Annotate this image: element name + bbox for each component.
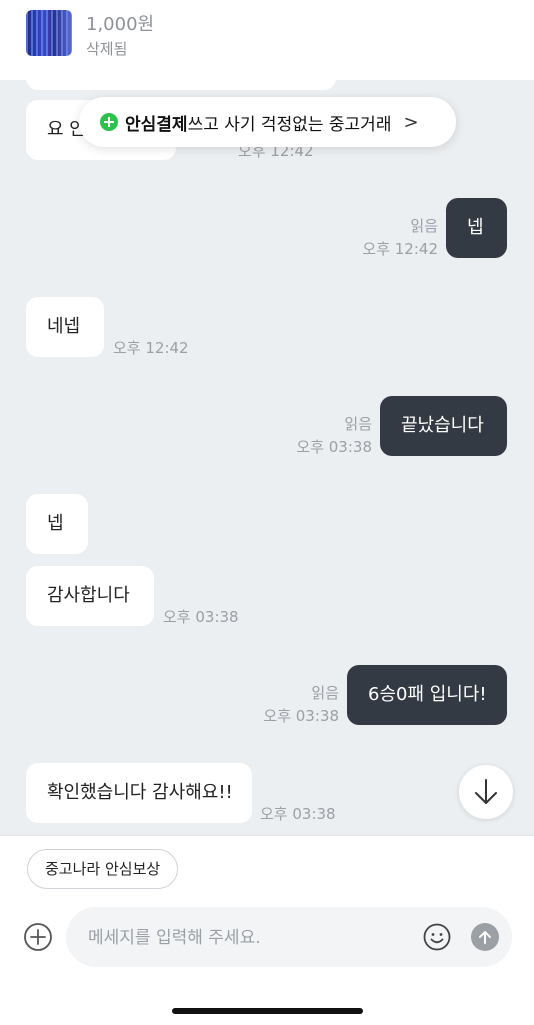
home-indicator — [172, 1008, 363, 1014]
attach-button[interactable] — [23, 922, 53, 952]
message-time: 오후 03:38 — [263, 707, 339, 725]
safe-guarantee-chip[interactable]: 중고나라 안심보상 — [27, 849, 179, 889]
message-time: 오후 12:42 — [362, 240, 438, 258]
plus-icon — [100, 113, 118, 131]
chevron-right-icon: > — [403, 111, 419, 133]
arrow-up-icon — [479, 931, 491, 944]
message-time: 오후 12:42 — [113, 339, 189, 357]
plus-circle-icon — [24, 923, 52, 951]
message-bubble-incoming: 네넵 — [26, 297, 104, 357]
emoji-button[interactable] — [422, 922, 452, 952]
scroll-to-bottom-button[interactable] — [459, 765, 513, 819]
message-bubble-outgoing: 넵 — [446, 198, 507, 258]
message-time: 오후 03:38 — [163, 608, 239, 626]
read-receipt: 읽음 — [311, 684, 339, 702]
product-thumbnail[interactable] — [26, 10, 72, 56]
message-time: 오후 03:38 — [260, 805, 336, 823]
message-bubble-incoming: 넵 — [26, 494, 88, 554]
chat-messages[interactable]: 요 안 오후 12:42 안심결제 쓰고 사기 걱정없는 중고거래 > 넵 읽음… — [0, 80, 534, 835]
chat-header: 1,000원 삭제됨 — [0, 0, 534, 80]
message-text: 네넵 — [47, 316, 81, 337]
message-bubble-incoming — [26, 80, 336, 90]
message-bubble-outgoing: 6승0패 입니다! — [347, 665, 507, 725]
send-button[interactable] — [471, 923, 499, 951]
message-text: 6승0패 입니다! — [368, 684, 487, 705]
safe-payment-banner[interactable]: 안심결제 쓰고 사기 걱정없는 중고거래 > — [79, 97, 456, 147]
message-bubble-incoming: 확인했습니다 감사해요!! — [26, 763, 252, 823]
message-text: 끝났습니다 — [401, 415, 484, 436]
message-bubble-outgoing: 끝났습니다 — [380, 396, 507, 456]
message-input[interactable] — [86, 907, 410, 969]
read-receipt: 읽음 — [410, 217, 438, 235]
product-price: 1,000원 — [86, 14, 155, 35]
message-text: 넵 — [47, 513, 64, 534]
message-text: 확인했습니다 감사해요!! — [47, 782, 233, 803]
banner-text: 쓰고 사기 걱정없는 중고거래 — [187, 114, 392, 135]
product-status: 삭제됨 — [86, 40, 128, 58]
arrow-down-icon — [475, 779, 497, 804]
composer-area: 중고나라 안심보상 — [0, 835, 534, 1025]
banner-highlight: 안심결제 — [125, 114, 188, 135]
smiley-icon — [423, 923, 451, 951]
message-bubble-incoming: 감사합니다 — [26, 566, 154, 626]
message-time: 오후 03:38 — [296, 438, 372, 456]
message-text: 넵 — [467, 217, 484, 238]
message-input-box — [66, 907, 512, 969]
read-receipt: 읽음 — [344, 415, 372, 433]
message-text: 감사합니다 — [47, 585, 130, 606]
